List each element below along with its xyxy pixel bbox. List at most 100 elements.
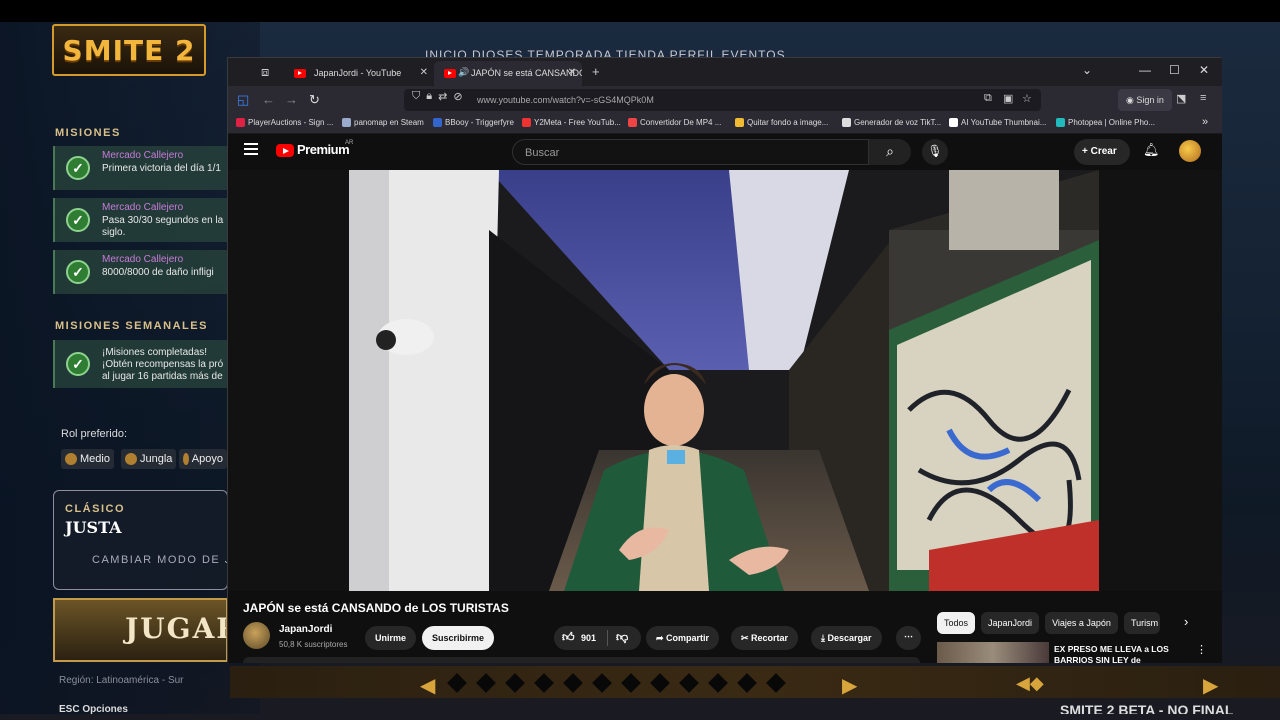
- screen: INICIO DIOSES TEMPORADA TIENDA PERFIL EV…: [0, 0, 1280, 720]
- carousel-next-icon[interactable]: ▶: [842, 673, 857, 698]
- role-mid-button[interactable]: Medio: [61, 449, 114, 469]
- minimize-icon[interactable]: —: [1139, 63, 1151, 77]
- mission-category: Mercado Callejero: [102, 150, 184, 161]
- shield-icon[interactable]: ⛉: [412, 90, 420, 103]
- share-button[interactable]: ➦ Compartir: [646, 626, 720, 650]
- microphone-icon[interactable]: 🎙︎: [922, 139, 948, 165]
- permissions-icon[interactable]: ⇄: [438, 90, 447, 103]
- tab-overview-icon[interactable]: ⧈: [261, 64, 269, 80]
- player-left-margin: [228, 170, 349, 591]
- extensions-icon[interactable]: ⬔: [1176, 92, 1186, 105]
- taskbar: [0, 714, 1280, 720]
- recommended-thumbnail[interactable]: [937, 642, 1049, 663]
- role-support-button[interactable]: Apoyo: [179, 449, 227, 469]
- more-vert-icon[interactable]: ⋮: [1196, 643, 1207, 656]
- download-button[interactable]: ⤓ Descargar: [811, 626, 882, 650]
- mission-card[interactable]: ✓ Mercado Callejero Pasa 30/30 segundos …: [53, 198, 228, 242]
- dot-icon[interactable]: [534, 673, 554, 693]
- support-role-icon: [183, 453, 189, 465]
- reader-icon[interactable]: ▣: [1003, 92, 1013, 105]
- lock-icon[interactable]: 🔒︎: [426, 90, 432, 103]
- speaker-icon[interactable]: 🔊: [458, 67, 469, 78]
- bookmark-item[interactable]: Convertidor De MP4 ...: [628, 118, 721, 127]
- reload-icon[interactable]: ↻: [309, 92, 320, 108]
- mission-category: Mercado Callejero: [102, 202, 184, 213]
- recommended-title[interactable]: EX PRESO ME LLEVA a LOS BARRIOS SIN LEY …: [1054, 644, 1174, 663]
- dot-icon[interactable]: [563, 673, 583, 693]
- bookmark-item[interactable]: Generador de voz TikT...: [842, 118, 941, 127]
- bookmark-star-icon[interactable]: ☆: [1022, 92, 1032, 105]
- change-mode-button[interactable]: CAMBIAR MODO DE J: [92, 554, 232, 566]
- subscribe-button[interactable]: Suscribirme: [422, 626, 495, 650]
- dot-icon[interactable]: [476, 673, 496, 693]
- join-button[interactable]: Unirme: [365, 626, 417, 650]
- bookmark-item[interactable]: AI YouTube Thumbnai...: [949, 118, 1046, 127]
- channel-name[interactable]: JapanJordi: [279, 624, 332, 635]
- autoplay-blocked-icon[interactable]: ⊘: [453, 90, 462, 103]
- more-bookmarks-icon[interactable]: »: [1202, 116, 1208, 128]
- carousel-prev-icon[interactable]: ◀: [420, 673, 435, 698]
- menu-icon[interactable]: ≡: [1200, 92, 1206, 104]
- weekly-mission-card[interactable]: ✓ ¡Misiones completadas! ¡Obtén recompen…: [53, 340, 228, 388]
- window-close-icon[interactable]: ✕: [1199, 63, 1209, 77]
- sidebar-toggle-icon[interactable]: ◱: [237, 92, 249, 108]
- youtube-brand[interactable]: Premium: [297, 142, 350, 157]
- tab-list-icon[interactable]: ⌄: [1082, 63, 1092, 77]
- description-box[interactable]: [243, 657, 920, 663]
- chip-travel[interactable]: Viajes a Japón: [1045, 612, 1118, 634]
- tab-channel[interactable]: JapanJordi - YouTube ✕: [284, 61, 434, 86]
- youtube-logo-icon[interactable]: [276, 144, 294, 157]
- dot-icon[interactable]: [447, 673, 467, 693]
- chevron-right-icon[interactable]: ›: [1184, 614, 1188, 629]
- forward-icon[interactable]: →: [285, 92, 298, 107]
- chip-channel[interactable]: JapanJordi: [981, 612, 1040, 634]
- dot-icon[interactable]: [505, 673, 525, 693]
- like-count[interactable]: 901: [581, 633, 596, 643]
- clip-button[interactable]: ✂ Recortar: [731, 626, 799, 650]
- dot-icon[interactable]: [679, 673, 699, 693]
- avatar[interactable]: [1179, 140, 1201, 162]
- role-jungle-button[interactable]: Jungla: [121, 449, 177, 469]
- bookmark-item[interactable]: BBooy - Triggerfyre: [433, 118, 514, 127]
- play-button[interactable]: JUGAR: [53, 598, 228, 662]
- dot-icon[interactable]: [621, 673, 641, 693]
- thumbs-down-icon[interactable]: 👎︎: [616, 630, 628, 645]
- back-icon[interactable]: ←: [262, 92, 275, 107]
- new-tab-icon[interactable]: +: [592, 64, 600, 79]
- bookmark-item[interactable]: Photopea | Online Pho...: [1056, 118, 1155, 127]
- bookmark-item[interactable]: Y2Meta - Free YouTub...: [522, 118, 621, 127]
- tab-video[interactable]: 🔊 JAPÓN se está CANSANDO ✕: [434, 61, 582, 86]
- mission-card[interactable]: ✓ Mercado Callejero 8000/8000 de daño in…: [53, 250, 228, 294]
- dot-icon[interactable]: [737, 673, 757, 693]
- search-input[interactable]: Buscar: [512, 139, 869, 165]
- url-input[interactable]: www.youtube.com/watch?v=-sGS4MQPk0M: [404, 89, 1041, 111]
- close-icon[interactable]: ✕: [420, 67, 428, 78]
- bell-icon[interactable]: 🔔︎: [1143, 142, 1160, 158]
- search-icon[interactable]: ⌕: [869, 139, 911, 165]
- bookmark-item[interactable]: panomap en Steam: [342, 118, 424, 127]
- chip-tourism[interactable]: Turism: [1123, 612, 1160, 634]
- menu-hamburger-icon[interactable]: [244, 143, 258, 155]
- bookmark-item[interactable]: Quitar fondo a image...: [735, 118, 828, 127]
- next-arrow-icon[interactable]: ▶: [1203, 673, 1218, 698]
- dot-icon[interactable]: [650, 673, 670, 693]
- video-player[interactable]: [349, 170, 1099, 591]
- mission-card[interactable]: ✓ Mercado Callejero Primera victoria del…: [53, 146, 228, 190]
- bookmark-item[interactable]: PlayerAuctions - Sign ...: [236, 118, 333, 127]
- chip-all[interactable]: Todos: [937, 612, 976, 634]
- dot-icon[interactable]: [708, 673, 728, 693]
- thumbs-up-icon[interactable]: 👍︎: [562, 630, 575, 645]
- maximize-icon[interactable]: ☐: [1169, 63, 1180, 77]
- dot-icon[interactable]: [766, 673, 786, 693]
- pip-icon[interactable]: ⧉: [984, 92, 992, 105]
- rewind-icon[interactable]: ◀◆: [1016, 673, 1044, 694]
- more-actions-icon[interactable]: ⋯: [896, 626, 921, 650]
- bookmark-favicon-icon: [842, 118, 851, 127]
- game-mode-panel[interactable]: CLÁSICO JUSTA CAMBIAR MODO DE J: [53, 490, 230, 590]
- mid-role-icon: [65, 453, 77, 465]
- channel-avatar[interactable]: [243, 622, 270, 649]
- dot-icon[interactable]: [592, 673, 612, 693]
- sign-in-button[interactable]: ◉ Sign in: [1118, 89, 1172, 111]
- close-icon[interactable]: ✕: [568, 67, 576, 78]
- create-button[interactable]: + Crear: [1074, 139, 1130, 165]
